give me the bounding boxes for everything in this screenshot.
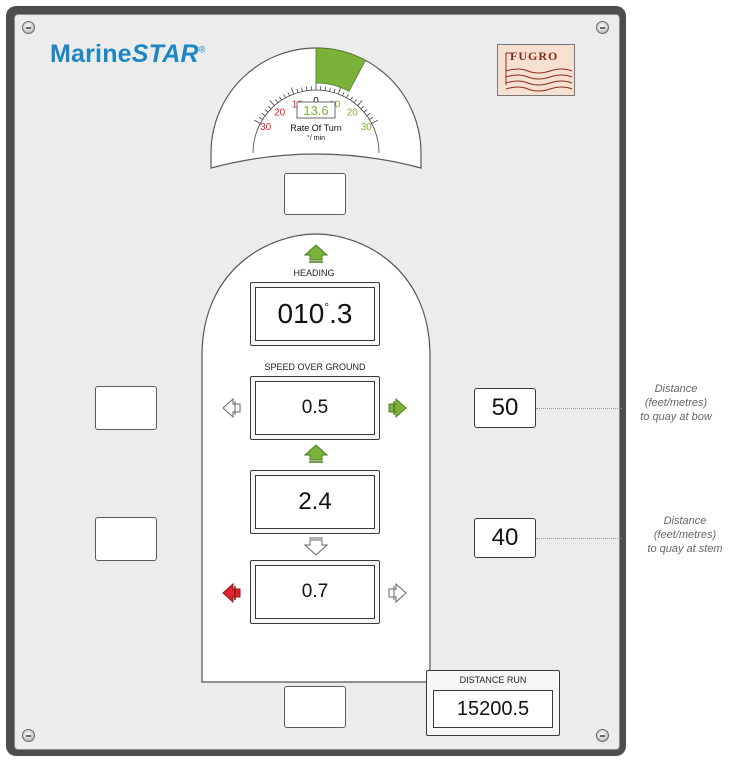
heading-decimal: .3 xyxy=(329,298,353,329)
arrow-up-icon xyxy=(303,444,329,463)
fugro-logo: FUGRO xyxy=(497,44,575,96)
arrow-up-icon xyxy=(303,244,329,263)
speed-over-ground-label: SPEED OVER GROUND xyxy=(264,362,366,372)
arrow-left-icon xyxy=(222,582,241,604)
distance-run-panel: DISTANCE RUN 15200.5 xyxy=(426,670,560,736)
arrow-left-icon xyxy=(222,397,241,419)
speed-value: 0.5 xyxy=(255,381,375,435)
screw-icon xyxy=(596,21,609,34)
speed-display: 0.5 xyxy=(250,376,380,440)
arrow-right-icon xyxy=(388,397,407,419)
top-indicator-box xyxy=(284,173,346,215)
fore-aft-speed-value: 2.4 xyxy=(255,475,375,529)
bottom-indicator-box xyxy=(284,686,346,728)
distance-run-value: 15200.5 xyxy=(433,690,553,728)
rate-of-turn-value: 13.6 xyxy=(303,103,328,118)
brand-name-star: STAR xyxy=(131,40,199,68)
bow-distance-leader xyxy=(536,408,622,409)
heading-label: HEADING xyxy=(293,268,335,278)
arrow-right-icon xyxy=(388,582,407,604)
stern-distance-box: 40 xyxy=(474,518,536,558)
heading-display: 010 ° .3 xyxy=(250,282,380,346)
arrow-down-icon xyxy=(303,537,329,556)
stern-distance-leader xyxy=(536,538,622,539)
brand-name-plain: Marine xyxy=(50,40,132,68)
port-stern-indicator-box xyxy=(95,517,157,561)
heading-value: 010 xyxy=(277,298,325,329)
brand-logo: MarineSTAR® xyxy=(50,40,206,69)
rate-of-turn-gauge: 0 10 20 30 10 20 30 13.6 Rate Of Turn °/… xyxy=(210,47,422,169)
distance-run-label: DISTANCE RUN xyxy=(459,675,527,685)
scale-label-stbd-20: 20 xyxy=(347,108,359,119)
bow-distance-note: Distance (feet/metres) to quay at bow xyxy=(640,383,712,423)
lateral-speed-display: 0.7 xyxy=(250,560,380,624)
screw-icon xyxy=(22,729,35,742)
bow-distance-box: 50 xyxy=(474,388,536,428)
screw-icon xyxy=(22,21,35,34)
scale-label-stbd-30: 30 xyxy=(361,122,373,133)
logo-waves-icon xyxy=(505,52,573,92)
fore-aft-speed-display: 2.4 xyxy=(250,470,380,534)
scale-label-port-20: 20 xyxy=(274,108,286,119)
scale-label-port-30: 30 xyxy=(260,122,272,133)
gauge-tick xyxy=(305,86,308,91)
lateral-speed-value: 0.7 xyxy=(255,565,375,619)
stern-distance-note: Distance (feet/metres) to quay at stem xyxy=(647,515,723,555)
rate-of-turn-unit: °/ min xyxy=(307,134,325,142)
gauge-tick xyxy=(324,86,327,91)
rate-of-turn-title: Rate Of Turn xyxy=(290,123,342,133)
screw-icon xyxy=(596,729,609,742)
port-bow-indicator-box xyxy=(95,386,157,430)
